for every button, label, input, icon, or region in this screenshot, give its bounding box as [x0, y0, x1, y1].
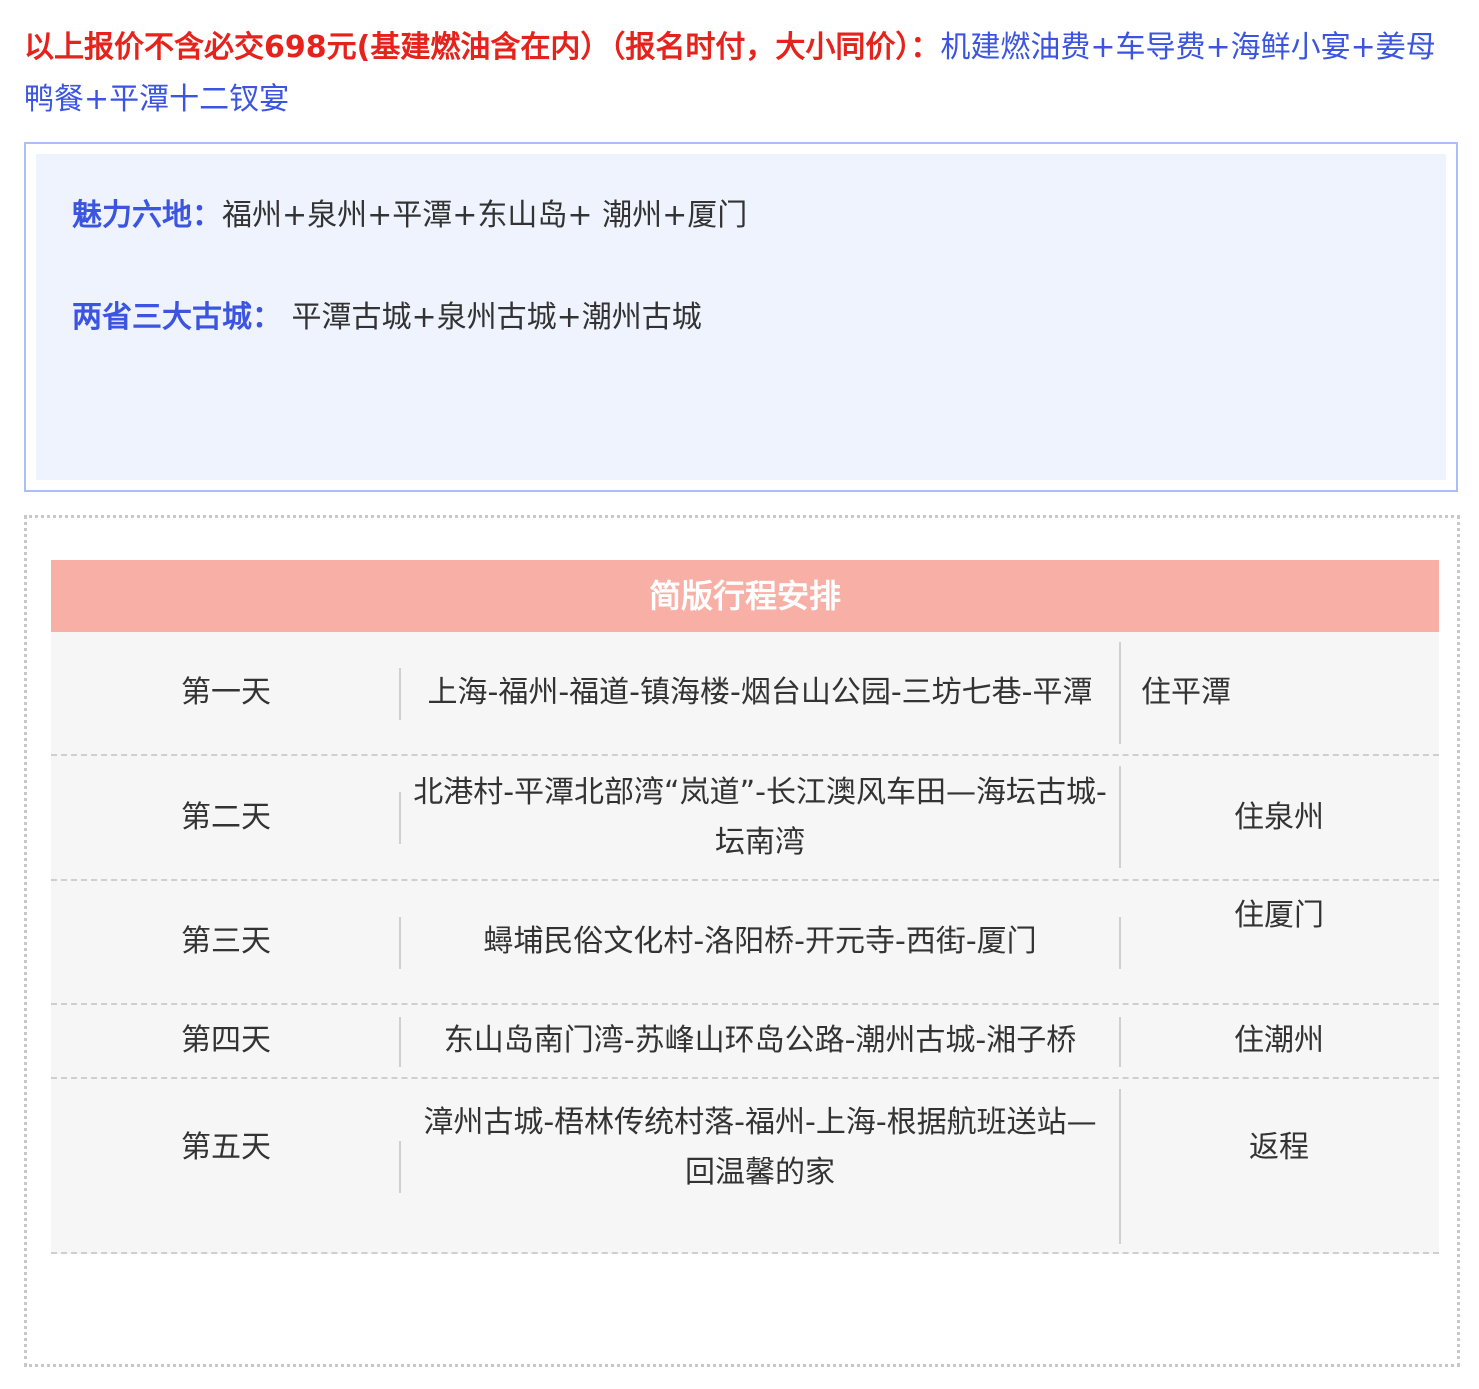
- day-cell: 第一天: [181, 675, 271, 710]
- day-cell: 第五天: [181, 1129, 271, 1165]
- stay-cell: 住潮州: [1234, 1023, 1324, 1058]
- schedule-section: 简版行程安排 第一天 上海-福州-福道-镇海楼-烟台山公园-三坊七巷-平潭 住平…: [24, 515, 1460, 1367]
- highlights-box: 魅力六地：福州+泉州+平潭+东山岛+ 潮州+厦门 两省三大古城： 平潭古城+泉州…: [24, 142, 1458, 492]
- table-row: 第五天 漳州古城-梧林传统村落-福州-上海-根据航班送站—回温馨的家 返程: [51, 1079, 1439, 1254]
- highlight-ancient-towns: 两省三大古城： 平潭古城+泉州古城+潮州古城: [72, 298, 702, 338]
- day-cell: 第二天: [181, 799, 271, 835]
- table-row: 第三天 蟳埔民俗文化村-洛阳桥-开元寺-西街-厦门 住厦门: [51, 881, 1439, 1005]
- highlight-value: 福州+泉州+平潭+东山岛+ 潮州+厦门: [222, 198, 748, 233]
- table-row: 第四天 东山岛南门湾-苏峰山环岛公路-潮州古城-湘子桥 住潮州: [51, 1005, 1439, 1079]
- fee-notice: 以上报价不含必交698元(基建燃油含在内）（报名时付，大小同价）：机建燃油费+车…: [24, 22, 1464, 126]
- table-row: 第一天 上海-福州-福道-镇海楼-烟台山公园-三坊七巷-平潭 住平潭: [51, 632, 1439, 756]
- highlight-value: 平潭古城+泉州古城+潮州古城: [282, 300, 702, 335]
- day-cell: 第四天: [181, 1023, 271, 1058]
- route-cell: 东山岛南门湾-苏峰山环岛公路-潮州古城-湘子桥: [443, 1023, 1077, 1058]
- schedule-table: 第一天 上海-福州-福道-镇海楼-烟台山公园-三坊七巷-平潭 住平潭 第二天 北…: [51, 632, 1439, 1254]
- stay-cell: 住平潭: [1141, 675, 1231, 710]
- stay-cell: 住泉州: [1234, 799, 1324, 835]
- fee-notice-required: 以上报价不含必交698元(基建燃油含在内）（报名时付，大小同价）：: [24, 30, 941, 65]
- stay-cell: 住厦门: [1234, 898, 1324, 933]
- schedule-title: 简版行程安排: [51, 560, 1439, 632]
- highlight-label: 两省三大古城：: [72, 300, 282, 335]
- route-cell: 上海-福州-福道-镇海楼-烟台山公园-三坊七巷-平潭: [427, 675, 1093, 710]
- route-cell: 北港村-平潭北部湾“岚道”-长江澳风车田—海坛古城-坛南湾: [413, 774, 1107, 860]
- highlights-panel: 魅力六地：福州+泉州+平潭+东山岛+ 潮州+厦门 两省三大古城： 平潭古城+泉州…: [36, 154, 1446, 480]
- highlight-six-places: 魅力六地：福州+泉州+平潭+东山岛+ 潮州+厦门: [72, 196, 747, 236]
- day-cell: 第三天: [181, 924, 271, 959]
- route-cell: 漳州古城-梧林传统村落-福州-上海-根据航班送站—回温馨的家: [423, 1104, 1097, 1190]
- stay-cell: 返程: [1249, 1129, 1309, 1165]
- highlight-label: 魅力六地：: [72, 198, 222, 233]
- table-row: 第二天 北港村-平潭北部湾“岚道”-长江澳风车田—海坛古城-坛南湾 住泉州: [51, 756, 1439, 881]
- route-cell: 蟳埔民俗文化村-洛阳桥-开元寺-西街-厦门: [483, 924, 1037, 959]
